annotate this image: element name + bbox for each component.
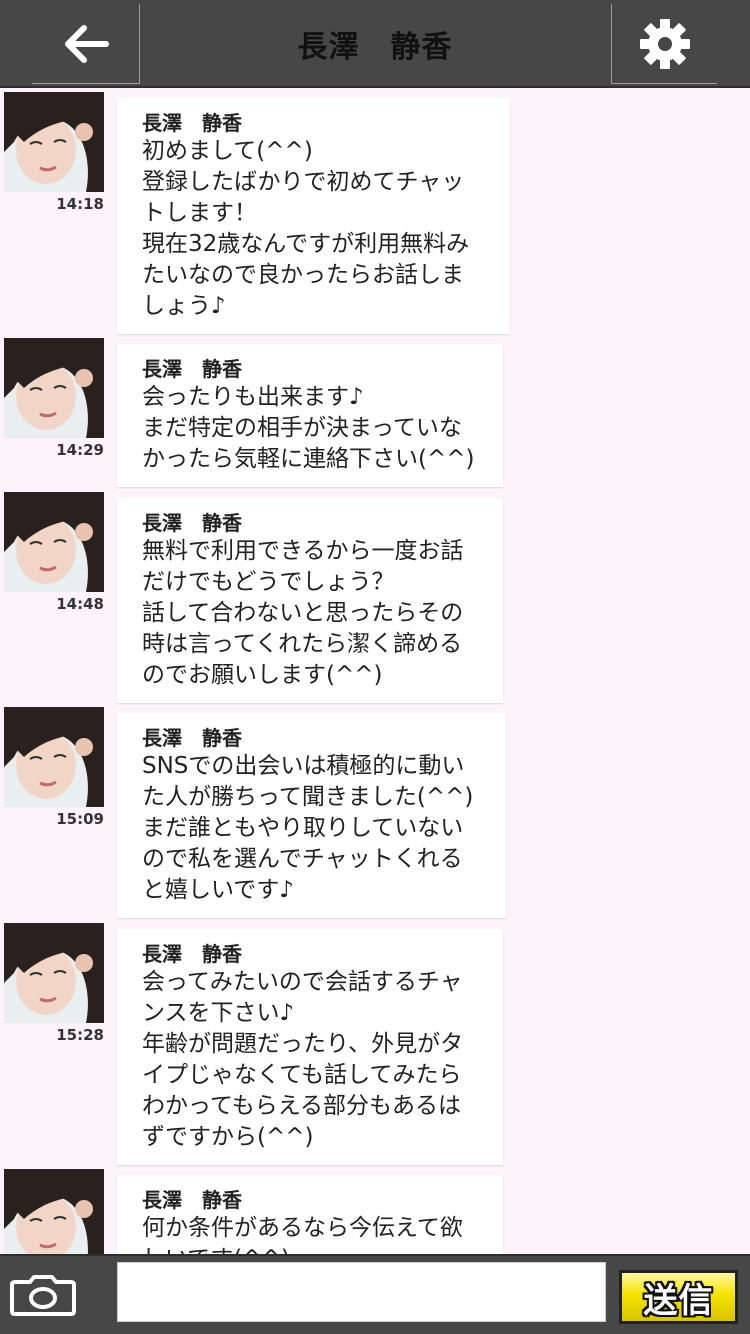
avatar[interactable] [4,1169,104,1254]
avatar-image [4,92,104,192]
avatar-image [4,338,104,438]
message-text: 無料で利用できるから一度お話 だけでもどうでしょう？ 話して合わないと思ったらそ… [142,538,464,688]
avatar-image [4,1169,104,1254]
message-bubble: 長澤 静香 何か条件があるなら今伝えて欲 しいです(^^) [117,1175,503,1254]
message-bubble: 長澤 静香 SNSでの出会いは積極的に動い た人が勝ちって聞きました(^^) ま… [117,713,506,918]
sender-name: 長澤 静香 [142,1188,242,1212]
avatar[interactable] [4,923,104,1023]
message-bubble: 長澤 静香 会ったりも出来ます♪ まだ特定の相手が決まっていな かったら気軽に連… [117,344,503,487]
avatar[interactable] [4,92,104,192]
message-bubble: 長澤 静香 無料で利用できるから一度お話 だけでもどうでしょう？ 話して合わない… [117,498,503,703]
avatar-image [4,707,104,807]
message-time: 14:48 [56,595,104,613]
sender-name: 長澤 静香 [142,111,242,135]
message-input[interactable] [117,1262,606,1322]
back-button[interactable] [32,4,140,84]
message-bubble: 長澤 静香 会ってみたいので会話するチャ ンスを下さい♪ 年齢が問題だったり、外… [117,929,503,1165]
message-time: 14:29 [56,441,104,459]
send-button[interactable]: 送信 [619,1270,738,1324]
camera-button[interactable] [8,1274,78,1318]
avatar[interactable] [4,707,104,807]
sender-name: 長澤 静香 [142,511,242,535]
message-composer: 送信 [0,1254,750,1334]
gear-icon [639,18,690,69]
arrow-left-icon [64,24,109,63]
avatar-image [4,492,104,592]
page-title: 長澤 静香 [297,30,453,65]
sender-name: 長澤 静香 [142,726,242,750]
message-bubble: 長澤 静香 初めまして(^^) 登録したばかりで初めてチャッ トします！ 現在3… [117,98,510,334]
avatar[interactable] [4,338,104,438]
sender-name: 長澤 静香 [142,942,242,966]
message-text: 初めまして(^^) 登録したばかりで初めてチャッ トします！ 現在32歳なんです… [142,138,470,319]
settings-button[interactable] [611,4,717,84]
message-text: SNSでの出会いは積極的に動い た人が勝ちって聞きました(^^) まだ誰ともやり… [142,753,474,903]
avatar-image [4,923,104,1023]
message-text: 会ったりも出来ます♪ まだ特定の相手が決まっていな かったら気軽に連絡下さい(^… [142,384,475,472]
camera-icon [10,1275,76,1316]
message-text: 会ってみたいので会話するチャ ンスを下さい♪ 年齢が問題だったり、外見がタ イプ… [142,969,464,1150]
message-time: 14:18 [56,195,104,213]
sender-name: 長澤 静香 [142,357,242,381]
avatar[interactable] [4,492,104,592]
message-text: 何か条件があるなら今伝えて欲 しいです(^^) [142,1215,463,1254]
message-time: 15:09 [56,810,104,828]
chat-area[interactable]: 14:18 長澤 静香 初めまして(^^) 登録したばかりで初めてチャッ トしま… [0,88,750,1254]
header-bar: 長澤 静香 [0,0,750,88]
message-time: 15:28 [56,1026,104,1044]
